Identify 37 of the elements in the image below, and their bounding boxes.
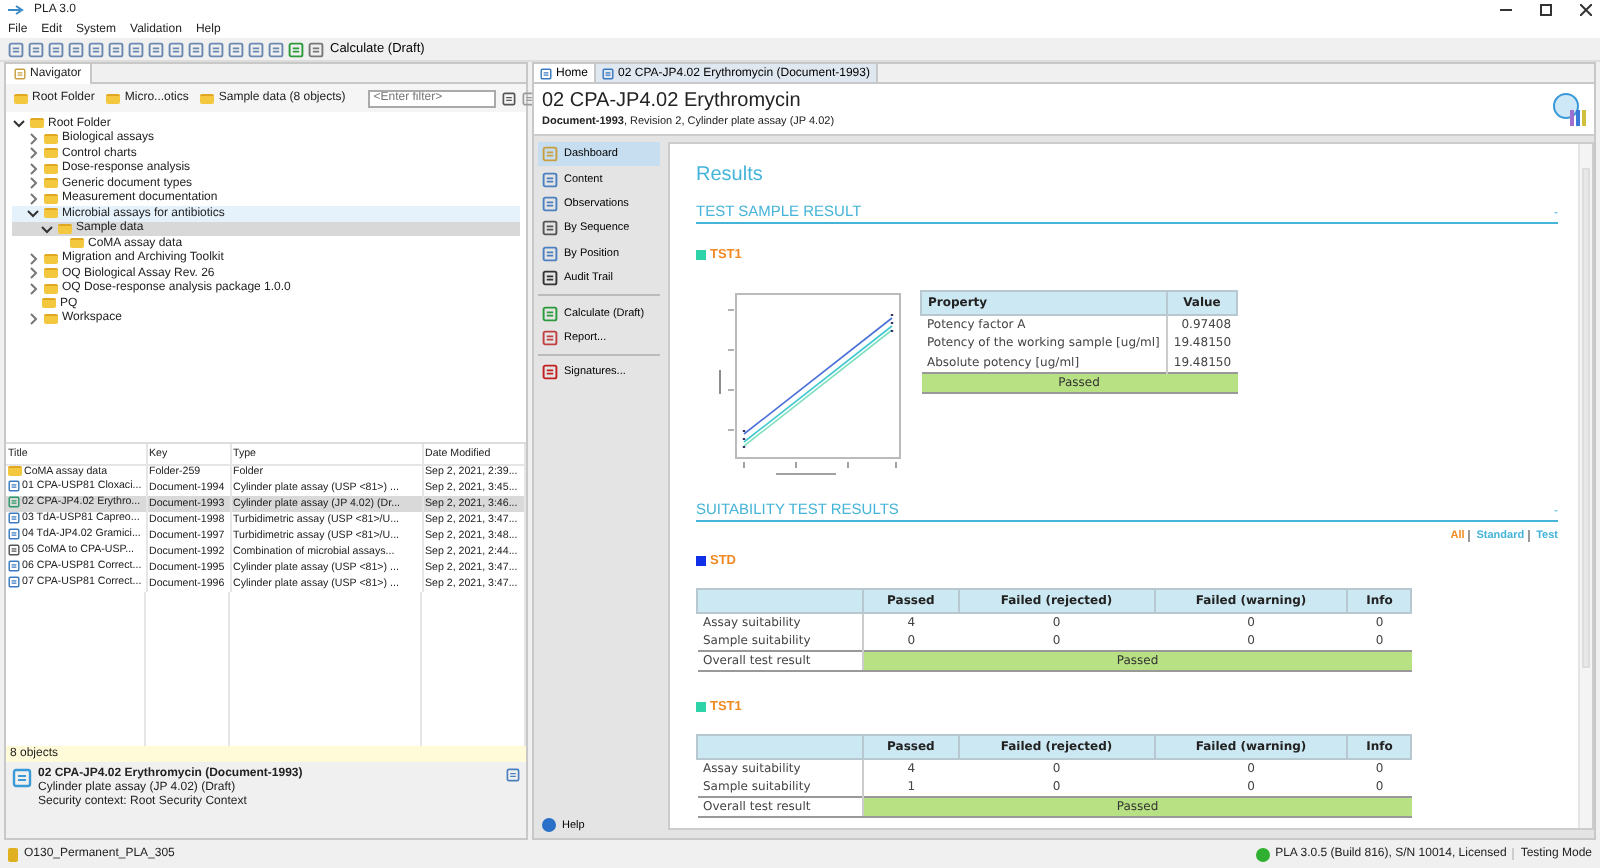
document-icon xyxy=(8,528,20,540)
document-icon xyxy=(48,41,64,57)
chevron-right-icon[interactable] xyxy=(26,161,40,176)
chevron-right-icon[interactable] xyxy=(26,311,40,326)
chevron-right-icon[interactable] xyxy=(26,251,40,266)
close-icon[interactable] xyxy=(1580,4,1592,16)
chevron-right-icon[interactable] xyxy=(26,146,40,161)
toolbar-button[interactable] xyxy=(48,41,64,57)
document-icon xyxy=(8,560,20,572)
toolbar-button[interactable] xyxy=(88,41,104,57)
maximize-icon[interactable] xyxy=(1540,4,1552,16)
app-logo-icon xyxy=(8,4,26,16)
chevron-right-icon[interactable] xyxy=(26,266,40,281)
document-icon xyxy=(88,41,104,57)
document-icon xyxy=(268,41,284,57)
document-icon xyxy=(8,544,20,556)
chevron-right-icon[interactable] xyxy=(26,131,40,146)
results-heading: Results xyxy=(696,164,765,186)
status-icon xyxy=(1255,847,1270,861)
chevron-right-icon[interactable] xyxy=(26,176,40,191)
chevron-down-icon[interactable] xyxy=(26,206,40,221)
toolbar-button[interactable] xyxy=(68,41,84,57)
document-icon xyxy=(8,576,20,588)
minimize-icon[interactable] xyxy=(1500,4,1512,16)
chevron-down-icon[interactable] xyxy=(12,116,26,131)
chevron-right-icon[interactable] xyxy=(26,281,40,296)
document-icon xyxy=(8,496,20,508)
toolbar-button[interactable] xyxy=(228,41,244,57)
document-icon xyxy=(228,41,244,57)
toolbar-button[interactable] xyxy=(268,41,284,57)
document-icon xyxy=(8,480,20,492)
chevron-down-icon[interactable] xyxy=(40,221,54,236)
document-icon xyxy=(8,512,20,524)
chevron-right-icon[interactable] xyxy=(26,191,40,206)
document-icon xyxy=(602,67,615,79)
document-icon xyxy=(68,41,84,57)
document-title: 02 CPA-JP4.02 Erythromycin xyxy=(542,90,803,112)
